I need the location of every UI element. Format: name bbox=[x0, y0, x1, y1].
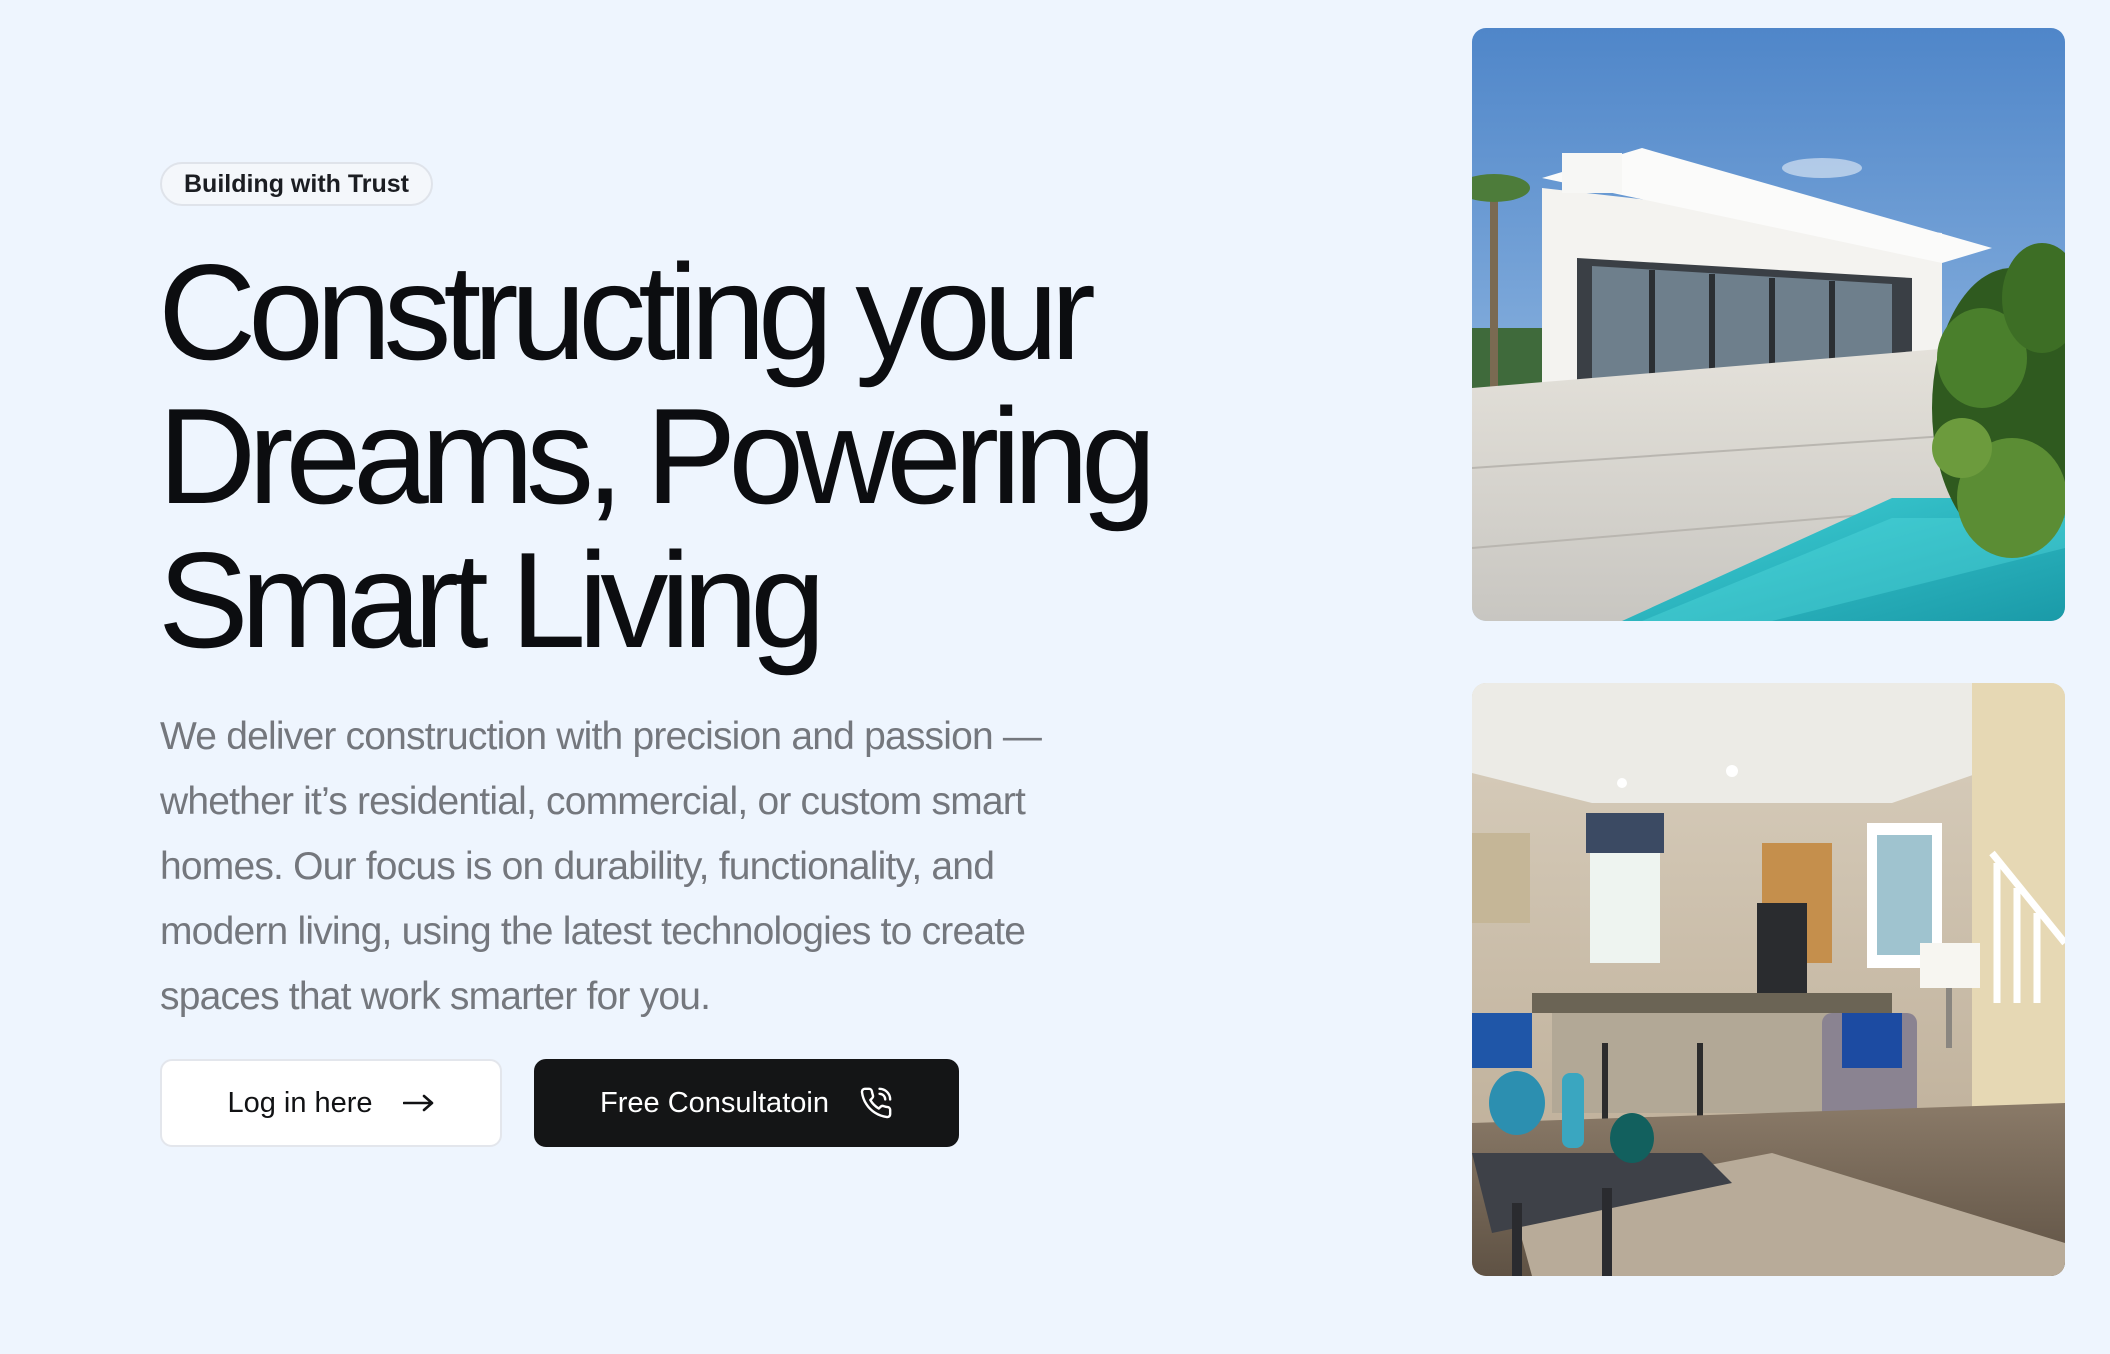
login-button-label: Log in here bbox=[227, 1086, 373, 1119]
arrow-right-icon bbox=[402, 1093, 435, 1113]
tagline-badge: Building with Trust bbox=[160, 162, 433, 206]
headline-line-1: Constructing your bbox=[158, 236, 1096, 388]
headline-line-2: Dreams, Powering bbox=[158, 380, 1157, 532]
free-consultation-button-label: Free Consultatoin bbox=[600, 1086, 829, 1119]
villa-exterior-image bbox=[1472, 28, 2065, 621]
headline-line-3: Smart Living bbox=[158, 524, 826, 676]
hero-section: Building with Trust Constructing your Dr… bbox=[0, 0, 2110, 1354]
login-button[interactable]: Log in here bbox=[160, 1059, 502, 1147]
hero-headline: Constructing your Dreams, Powering Smart… bbox=[158, 240, 1308, 672]
living-room-image bbox=[1472, 683, 2065, 1276]
hero-description: We deliver construction with precision a… bbox=[160, 715, 1042, 1018]
phone-call-icon bbox=[859, 1086, 893, 1120]
free-consultation-button[interactable]: Free Consultatoin bbox=[534, 1059, 959, 1147]
tagline-badge-label: Building with Trust bbox=[184, 169, 409, 198]
